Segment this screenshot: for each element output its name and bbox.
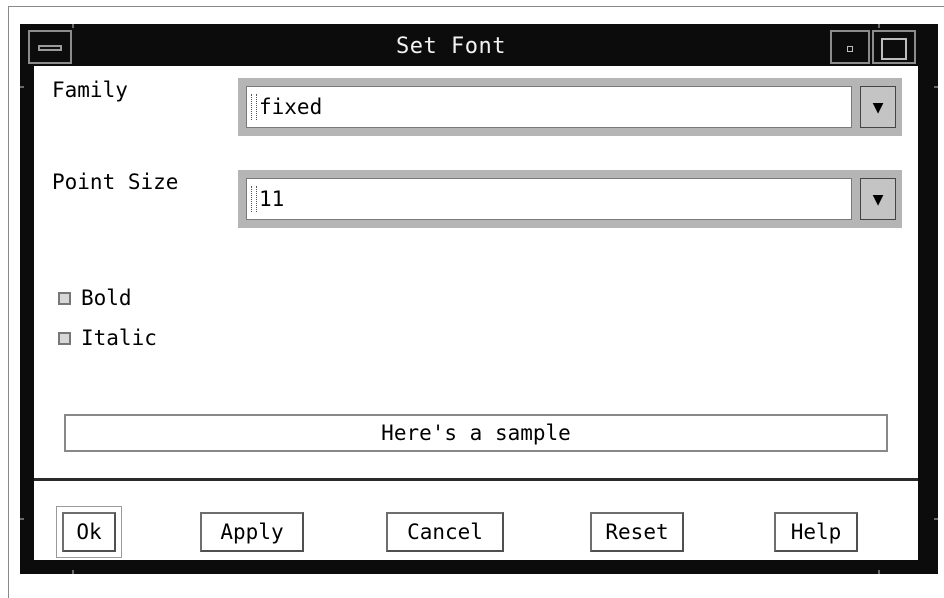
frame-corner-mark: [72, 570, 74, 574]
family-dropdown-button[interactable]: ▼: [860, 86, 896, 128]
bold-checkbox[interactable]: [58, 291, 71, 305]
window-menu-icon: [38, 45, 62, 51]
family-input[interactable]: fixed: [246, 86, 852, 128]
text-cursor-icon: [251, 94, 257, 120]
text-cursor-icon: [251, 186, 257, 212]
bold-option[interactable]: Bold: [58, 283, 132, 313]
italic-checkbox[interactable]: [58, 331, 71, 345]
minimize-button[interactable]: [830, 30, 870, 64]
triangle-down-icon: ▼: [872, 188, 884, 210]
title-bar[interactable]: Set Font: [24, 28, 934, 66]
font-sample-preview: Here's a sample: [64, 414, 888, 452]
family-combobox: fixed ▼: [238, 78, 902, 136]
point-size-label: Point Size: [52, 170, 179, 194]
reset-button[interactable]: Reset: [590, 512, 684, 552]
point-size-value: 11: [259, 187, 285, 211]
frame-corner-mark: [934, 518, 938, 520]
ok-button[interactable]: Ok: [62, 512, 116, 552]
point-size-input[interactable]: 11: [246, 178, 852, 220]
frame-corner-mark: [878, 570, 880, 574]
family-label: Family: [52, 78, 128, 102]
italic-option[interactable]: Italic: [58, 323, 157, 353]
maximize-icon: [881, 38, 907, 60]
window-title: Set Font: [396, 34, 506, 59]
cancel-button[interactable]: Cancel: [386, 512, 504, 552]
italic-label: Italic: [81, 326, 157, 350]
button-area-separator: [34, 478, 918, 481]
window-menu-button[interactable]: [28, 30, 72, 64]
point-size-dropdown-button[interactable]: ▼: [860, 178, 896, 220]
family-value: fixed: [259, 95, 323, 119]
dialog-body: Family fixed ▼ Point Size 11 ▼ Bold Ital…: [34, 66, 918, 560]
frame-corner-mark: [934, 86, 938, 88]
frame-corner-mark: [20, 86, 24, 88]
set-font-dialog: Set Font Family fixed ▼ Point Size 11 ▼ …: [20, 24, 938, 574]
apply-button[interactable]: Apply: [200, 512, 304, 552]
frame-corner-mark: [20, 518, 24, 520]
minimize-icon: [847, 46, 853, 52]
triangle-down-icon: ▼: [872, 96, 884, 118]
maximize-button[interactable]: [872, 30, 916, 64]
help-button[interactable]: Help: [774, 512, 858, 552]
bold-label: Bold: [81, 286, 132, 310]
point-size-combobox: 11 ▼: [238, 170, 902, 228]
